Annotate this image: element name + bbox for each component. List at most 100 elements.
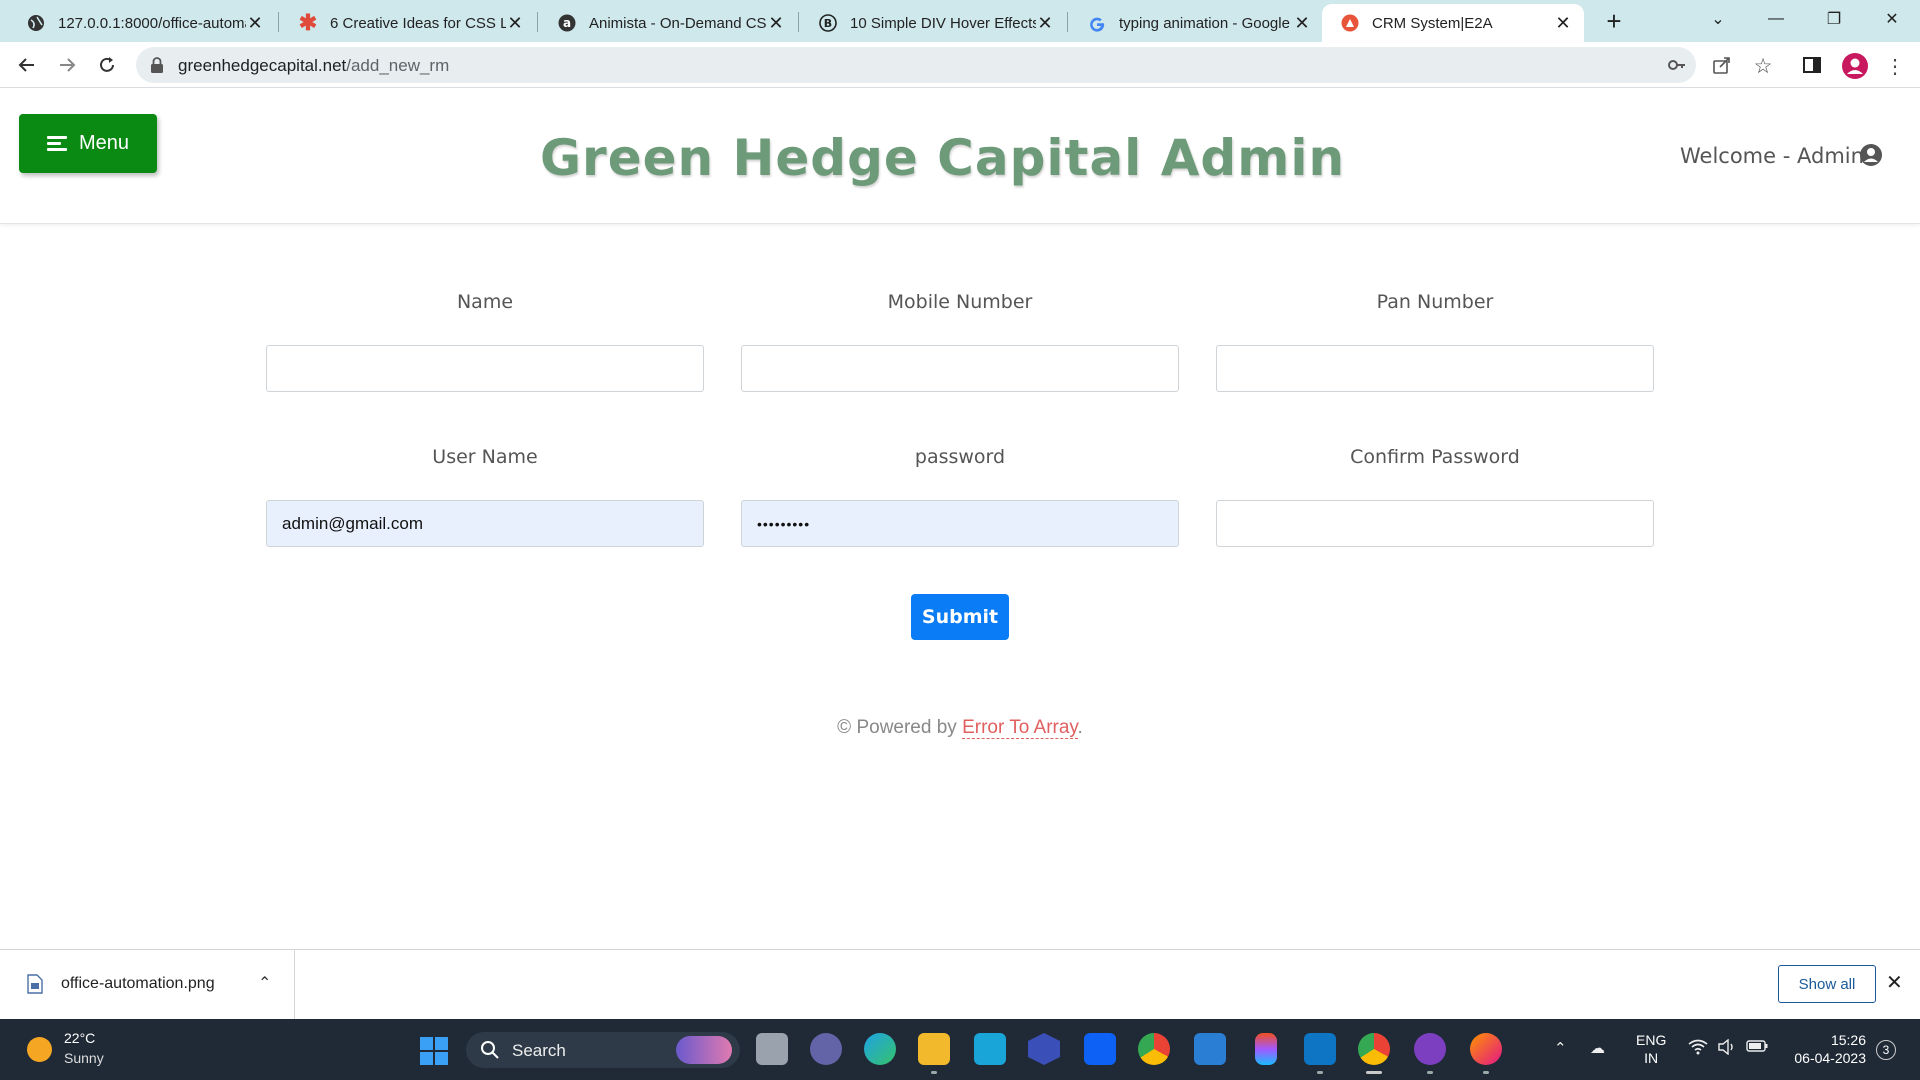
minimize-icon[interactable]: — <box>1748 0 1804 38</box>
forward-arrow-icon[interactable] <box>52 50 82 80</box>
lock-icon[interactable] <box>150 56 168 74</box>
dropbox-icon[interactable] <box>1084 1033 1116 1065</box>
b-icon: B <box>818 13 838 33</box>
side-panel-icon[interactable] <box>1801 55 1823 77</box>
pan-label: Pan Number <box>1376 291 1494 313</box>
clock-time: 15:26 <box>1830 1032 1866 1048</box>
password-label: password <box>914 446 1006 468</box>
confirm-password-field-group: Confirm Password <box>1216 446 1654 547</box>
wifi-icon[interactable] <box>1688 1039 1708 1059</box>
browser-tab-crm-system[interactable]: CRM System|E2A ✕ <box>1322 4 1584 42</box>
windows-taskbar: 22°C Sunny Search ⌃ ☁ ENG IN 15:26 06-04… <box>0 1019 1920 1080</box>
browser-toolbar: greenhedgecapital.net/add_new_rm ☆ ⋮ <box>0 42 1920 88</box>
error-to-array-link[interactable]: Error To Array <box>962 717 1078 739</box>
close-tab-icon[interactable]: ✕ <box>246 13 264 34</box>
power-automate-icon[interactable] <box>1028 1033 1060 1065</box>
teams-chat-icon[interactable] <box>810 1033 842 1065</box>
brand-title: Green Hedge Capital Admin <box>540 129 1346 187</box>
profile-avatar-icon[interactable] <box>1842 53 1868 79</box>
notification-badge[interactable]: 3 <box>1876 1040 1896 1060</box>
browser-tab-div-hover[interactable]: B 10 Simple DIV Hover Effects ✕ <box>800 4 1066 42</box>
sun-icon[interactable] <box>27 1037 52 1062</box>
user-circle-icon[interactable] <box>1859 143 1883 167</box>
close-tab-icon[interactable]: ✕ <box>506 13 524 34</box>
username-input[interactable]: admin@gmail.com <box>266 500 704 547</box>
browser-tab-css-link-hover[interactable]: ✱ 6 Creative Ideas for CSS Link Hover ✕ <box>280 4 536 42</box>
bookmark-star-icon[interactable]: ☆ <box>1752 54 1774 78</box>
browser-tab-office-automation[interactable]: 127.0.0.1:8000/office-automation ✕ <box>8 4 276 42</box>
address-bar[interactable]: greenhedgecapital.net/add_new_rm <box>136 47 1696 83</box>
username-field-group: User Name admin@gmail.com <box>266 446 704 547</box>
share-icon[interactable] <box>1711 55 1733 77</box>
chrome-icon[interactable] <box>1138 1033 1170 1065</box>
mail-icon[interactable] <box>1194 1033 1226 1065</box>
clock-date: 06-04-2023 <box>1794 1050 1866 1066</box>
vscode-icon[interactable] <box>1304 1033 1336 1074</box>
browser-tab-strip: 127.0.0.1:8000/office-automation ✕ ✱ 6 C… <box>0 0 1920 42</box>
chevron-up-tray-icon[interactable]: ⌃ <box>1554 1039 1567 1057</box>
tab-search-chevron-icon[interactable]: ⌄ <box>1690 0 1746 38</box>
image-file-icon <box>27 974 43 994</box>
close-tab-icon[interactable]: ✕ <box>767 13 785 34</box>
weather-description[interactable]: Sunny <box>64 1050 104 1066</box>
key-icon[interactable] <box>1666 55 1688 77</box>
weather-temperature[interactable]: 22°C <box>64 1030 95 1046</box>
edge-browser-icon[interactable] <box>864 1033 896 1065</box>
show-all-button[interactable]: Show all <box>1778 965 1876 1003</box>
close-download-bar-icon[interactable]: ✕ <box>1886 970 1903 995</box>
download-file-name: office-automation.png <box>61 975 215 992</box>
search-highlight-image <box>676 1036 732 1064</box>
close-tab-icon[interactable]: ✕ <box>1293 13 1311 34</box>
github-desktop-icon[interactable] <box>1414 1033 1446 1074</box>
name-input[interactable] <box>266 345 704 392</box>
globe-icon <box>26 13 46 33</box>
svg-text:a: a <box>563 16 571 30</box>
close-tab-icon[interactable]: ✕ <box>1554 13 1572 34</box>
password-field-group: password ••••••••• <box>741 446 1179 547</box>
submit-button[interactable]: Submit <box>911 594 1009 640</box>
chrome-profile-icon[interactable] <box>1358 1033 1390 1074</box>
browser-tab-animista[interactable]: a Animista - On-Demand CSS Animations ✕ <box>539 4 797 42</box>
page-content: Menu Green Hedge Capital Admin Welcome -… <box>0 89 1920 949</box>
task-view-icon[interactable] <box>756 1033 788 1065</box>
figma-icon[interactable] <box>1255 1033 1277 1065</box>
battery-icon[interactable] <box>1746 1039 1768 1057</box>
password-input[interactable]: ••••••••• <box>741 500 1179 547</box>
asterisk-icon: ✱ <box>298 10 318 35</box>
chevron-up-icon[interactable]: ⌃ <box>258 973 271 993</box>
window-close-icon[interactable]: ✕ <box>1864 0 1920 38</box>
google-icon <box>1087 13 1107 33</box>
mobile-field-group: Mobile Number <box>741 291 1179 392</box>
volume-icon[interactable] <box>1718 1038 1736 1059</box>
browser-tab-google-search[interactable]: typing animation - Google Search ✕ <box>1069 4 1323 42</box>
windows-start-icon[interactable] <box>420 1037 448 1065</box>
file-explorer-icon[interactable] <box>918 1033 950 1074</box>
tab-title: typing animation - Google Search <box>1119 14 1293 32</box>
menu-button[interactable]: Menu <box>19 114 157 173</box>
username-label: User Name <box>432 446 538 468</box>
name-label: Name <box>456 291 514 313</box>
taskbar-search[interactable]: Search <box>466 1032 740 1068</box>
browser-menu-icon[interactable]: ⋮ <box>1884 54 1906 78</box>
back-arrow-icon[interactable] <box>12 50 42 80</box>
restore-icon[interactable]: ❐ <box>1806 0 1862 38</box>
new-tab-icon[interactable]: + <box>1598 6 1630 36</box>
language-indicator[interactable]: ENG IN <box>1636 1031 1666 1067</box>
pan-field-group: Pan Number <box>1216 291 1654 392</box>
footer-suffix: . <box>1077 717 1083 738</box>
onedrive-icon[interactable]: ☁ <box>1590 1039 1605 1057</box>
mobile-number-input[interactable] <box>741 345 1179 392</box>
close-tab-icon[interactable]: ✕ <box>1036 13 1054 34</box>
system-clock[interactable]: 15:26 06-04-2023 <box>1786 1031 1866 1067</box>
reload-icon[interactable] <box>92 50 122 80</box>
firefox-icon[interactable] <box>1470 1033 1502 1074</box>
tab-separator <box>278 12 279 32</box>
download-item[interactable]: office-automation.png ⌃ <box>0 950 295 1020</box>
pan-number-input[interactable] <box>1216 345 1654 392</box>
menu-label: Menu <box>78 132 130 154</box>
welcome-text: Welcome - Admin <box>1680 144 1864 168</box>
language-code: ENG <box>1636 1032 1667 1048</box>
confirm-password-input[interactable] <box>1216 500 1654 547</box>
myhp-icon[interactable] <box>974 1033 1006 1065</box>
tab-title: CRM System|E2A <box>1372 14 1493 32</box>
